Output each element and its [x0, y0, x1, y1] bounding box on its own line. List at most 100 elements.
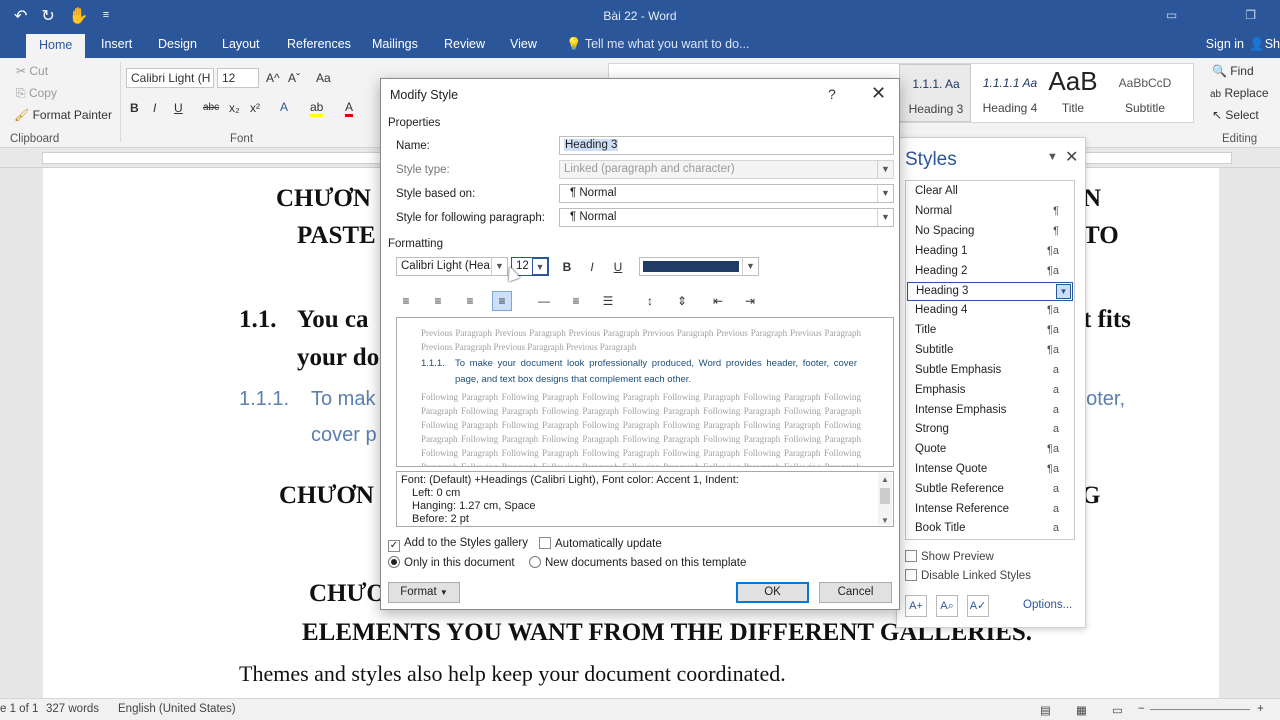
style-item-heading-4[interactable]: Heading 4 ¶a [907, 302, 1073, 321]
style-item-clear-all[interactable]: Clear All [907, 183, 1073, 202]
based-on-select[interactable]: ¶ Normal ▼ [559, 184, 894, 203]
ribbon-display-icon[interactable]: ▭ [1166, 8, 1177, 22]
web-layout-icon[interactable]: ▭ [1112, 703, 1123, 717]
style-item-book-title[interactable]: Book Title a [907, 520, 1073, 539]
align-right-icon[interactable]: ≡ [460, 291, 480, 311]
font-size-combo[interactable]: 12 [217, 68, 259, 88]
bold-button[interactable]: B [557, 257, 577, 277]
tab-home[interactable]: Home [26, 34, 86, 58]
disable-linked-styles-checkbox[interactable]: Disable Linked Styles [905, 569, 1031, 582]
highlight-icon[interactable]: ab [310, 100, 324, 117]
font-family-combo[interactable]: Calibri Light (H [126, 68, 214, 88]
select-button[interactable]: ↖ Select [1212, 108, 1259, 122]
copy-button[interactable]: ⎘ Copy [16, 86, 57, 101]
format-painter-button[interactable]: 🖌 Format Painter [14, 108, 112, 122]
style-item-subtle-emphasis[interactable]: Subtle Emphasis a [907, 362, 1073, 381]
add-to-gallery-checkbox[interactable]: ✓ Add to the Styles gallery [388, 537, 528, 552]
style-item-normal[interactable]: Normal ¶ [907, 203, 1073, 222]
tab-view[interactable]: View [510, 37, 537, 51]
description-scrollbar[interactable]: ▲ ▼ [878, 473, 892, 525]
increase-spacing-before-icon[interactable]: ↕ [640, 291, 660, 311]
following-paragraph-select[interactable]: ¶ Normal ▼ [559, 208, 894, 227]
chevron-down-icon[interactable]: ▼ [877, 185, 893, 202]
italic-button[interactable]: I [153, 101, 156, 115]
tab-design[interactable]: Design [158, 37, 197, 51]
zoom-slider[interactable] [1150, 709, 1250, 710]
tell-me-box[interactable]: 💡 Tell me what you want to do... [566, 37, 750, 52]
scroll-up-icon[interactable]: ▲ [878, 473, 892, 486]
decrease-spacing-icon[interactable]: ⇕ [672, 291, 692, 311]
increase-indent-icon[interactable]: ⇥ [740, 291, 760, 311]
chevron-down-icon[interactable]: ▼ [877, 209, 893, 226]
new-style-icon[interactable]: A+ [905, 595, 927, 617]
language-indicator[interactable]: English (United States) [118, 703, 236, 715]
font-family-select[interactable]: Calibri Light (Hea ▼ [396, 257, 508, 276]
restore-icon[interactable]: ❐ [1245, 8, 1256, 22]
format-button[interactable]: Format ▼ [388, 582, 460, 603]
text-effects-icon[interactable]: A [280, 100, 288, 114]
italic-button[interactable]: I [582, 257, 602, 277]
tab-layout[interactable]: Layout [222, 37, 260, 51]
style-item-no-spacing[interactable]: No Spacing ¶ [907, 223, 1073, 242]
gallery-heading-4[interactable]: 1.1.1.1 Aa Heading 4 [974, 64, 1046, 122]
scroll-thumb[interactable] [880, 488, 890, 504]
style-item-intense-reference[interactable]: Intense Reference a [907, 501, 1073, 520]
align-left-icon[interactable]: ≡ [396, 291, 416, 311]
chevron-down-icon[interactable]: ▼ [1056, 284, 1071, 299]
style-item-quote[interactable]: Quote ¶a [907, 441, 1073, 460]
change-case-button[interactable]: Aa [316, 71, 331, 85]
align-center-icon[interactable]: ≡ [428, 291, 448, 311]
word-count[interactable]: 327 words [46, 703, 99, 715]
pane-options-icon[interactable]: ▼ [1047, 151, 1058, 163]
only-this-document-radio[interactable]: Only in this document [388, 556, 515, 569]
style-item-intense-emphasis[interactable]: Intense Emphasis a [907, 402, 1073, 421]
style-item-subtitle[interactable]: Subtitle ¶a [907, 342, 1073, 361]
font-color-select[interactable]: ▼ [639, 257, 759, 276]
find-button[interactable]: 🔍 Find [1212, 64, 1254, 78]
style-item-title[interactable]: Title ¶a [907, 322, 1073, 341]
chevron-down-icon[interactable]: ▼ [742, 258, 758, 275]
chevron-down-icon[interactable]: ▼ [532, 258, 548, 275]
manage-styles-icon[interactable]: A✓ [967, 595, 989, 617]
gallery-heading-3[interactable]: 1.1.1. Aa Heading 3 [899, 64, 971, 122]
zoom-in-icon[interactable]: + [1257, 703, 1264, 715]
double-spacing-icon[interactable]: ☰ [598, 291, 618, 311]
tab-insert[interactable]: Insert [101, 37, 132, 51]
shrink-font-button[interactable]: Aˇ [288, 71, 300, 85]
single-spacing-icon[interactable]: — [534, 291, 554, 311]
new-documents-radio[interactable]: New documents based on this template [529, 556, 746, 569]
style-item-heading-3[interactable]: Heading 3 ▼ [907, 282, 1073, 301]
one-half-spacing-icon[interactable]: ≡ [566, 291, 586, 311]
styles-options-link[interactable]: Options... [1023, 599, 1072, 611]
font-color-icon[interactable]: A [345, 100, 354, 117]
read-mode-icon[interactable]: ▤ [1040, 703, 1051, 717]
justify-icon[interactable]: ≡ [492, 291, 512, 311]
bold-button[interactable]: B [130, 101, 139, 115]
decrease-indent-icon[interactable]: ⇤ [708, 291, 728, 311]
gallery-subtitle[interactable]: AaBbCcD Subtitle [1109, 64, 1181, 122]
style-inspector-icon[interactable]: A⌕ [936, 595, 958, 617]
auto-update-checkbox[interactable]: Automatically update [539, 537, 662, 550]
style-item-emphasis[interactable]: Emphasis a [907, 382, 1073, 401]
help-icon[interactable]: ? [828, 86, 836, 102]
subscript-button[interactable]: x₂ [229, 101, 240, 115]
underline-button[interactable]: U [174, 101, 183, 115]
style-item-intense-quote[interactable]: Intense Quote ¶a [907, 461, 1073, 480]
share-button[interactable]: 👤Sh [1249, 37, 1280, 52]
tab-mailings[interactable]: Mailings [372, 37, 418, 51]
page-count[interactable]: e 1 of 1 [0, 703, 38, 715]
replace-button[interactable]: ab Replace [1210, 86, 1269, 100]
show-preview-checkbox[interactable]: Show Preview [905, 550, 994, 563]
tab-review[interactable]: Review [444, 37, 485, 51]
scroll-down-icon[interactable]: ▼ [878, 514, 892, 526]
tab-references[interactable]: References [287, 37, 351, 51]
style-item-strong[interactable]: Strong a [907, 421, 1073, 440]
style-item-heading-2[interactable]: Heading 2 ¶a [907, 263, 1073, 282]
style-name-input[interactable]: Heading 3 [559, 136, 894, 155]
grow-font-button[interactable]: A^ [266, 71, 280, 85]
zoom-out-icon[interactable]: − [1138, 703, 1145, 715]
underline-button[interactable]: U [608, 257, 628, 277]
cancel-button[interactable]: Cancel [819, 582, 892, 603]
style-item-subtle-reference[interactable]: Subtle Reference a [907, 481, 1073, 500]
print-layout-icon[interactable]: ▦ [1076, 703, 1087, 717]
